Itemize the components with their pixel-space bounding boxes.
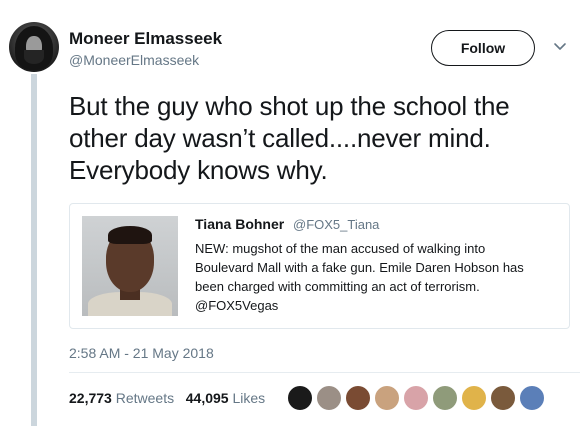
quoted-text-line: Boulevard Mall with a fake gun. Emile Da…	[195, 260, 524, 275]
liker-avatar[interactable]	[403, 385, 429, 411]
engagement-stats: 22,773 Retweets 44,095 Likes	[69, 390, 265, 406]
likes-count[interactable]: 44,095	[186, 390, 229, 406]
retweets-label[interactable]: Retweets	[116, 390, 174, 406]
retweets-count[interactable]: 22,773	[69, 390, 112, 406]
divider	[69, 372, 580, 373]
tweet-timestamp[interactable]: 2:58 AM - 21 May 2018	[69, 345, 214, 361]
quoted-tweet-text: NEW: mugshot of the man accused of walki…	[195, 239, 560, 315]
liker-avatar[interactable]	[461, 385, 487, 411]
liker-avatar[interactable]	[316, 385, 342, 411]
quoted-tweet[interactable]: Tiana Bohner @FOX5_Tiana NEW: mugshot of…	[69, 203, 570, 329]
follow-button[interactable]: Follow	[431, 30, 535, 66]
tweet-text-line: other day wasn’t called....never mind.	[69, 123, 491, 153]
thread-line	[31, 74, 37, 426]
quoted-text-line: been charged with committing an act of t…	[195, 279, 480, 294]
avatar-beard	[24, 50, 44, 64]
tweet-text-line: Everybody knows why.	[69, 155, 328, 185]
tweet-text-line: But the guy who shot up the school the	[69, 91, 510, 121]
quoted-tweet-image[interactable]	[82, 216, 178, 316]
chevron-down-icon[interactable]	[552, 38, 568, 54]
quoted-author-handle: @FOX5_Tiana	[293, 217, 380, 232]
quoted-text-line: NEW: mugshot of the man accused of walki…	[195, 241, 486, 256]
quoted-text-line: @FOX5Vegas	[195, 298, 279, 313]
quoted-author-name: Tiana Bohner	[195, 216, 285, 232]
tweet-text: But the guy who shot up the school the o…	[69, 90, 564, 186]
author-handle[interactable]: @MoneerElmasseek	[69, 52, 199, 68]
liker-avatar[interactable]	[519, 385, 545, 411]
liker-avatar[interactable]	[345, 385, 371, 411]
avatar[interactable]	[9, 22, 59, 72]
mugshot-hair	[108, 226, 152, 244]
liker-avatar[interactable]	[432, 385, 458, 411]
liker-avatar[interactable]	[490, 385, 516, 411]
liker-avatar[interactable]	[287, 385, 313, 411]
likes-label[interactable]: Likes	[232, 390, 265, 406]
author-display-name[interactable]: Moneer Elmasseek	[69, 29, 222, 49]
liker-avatar[interactable]	[374, 385, 400, 411]
